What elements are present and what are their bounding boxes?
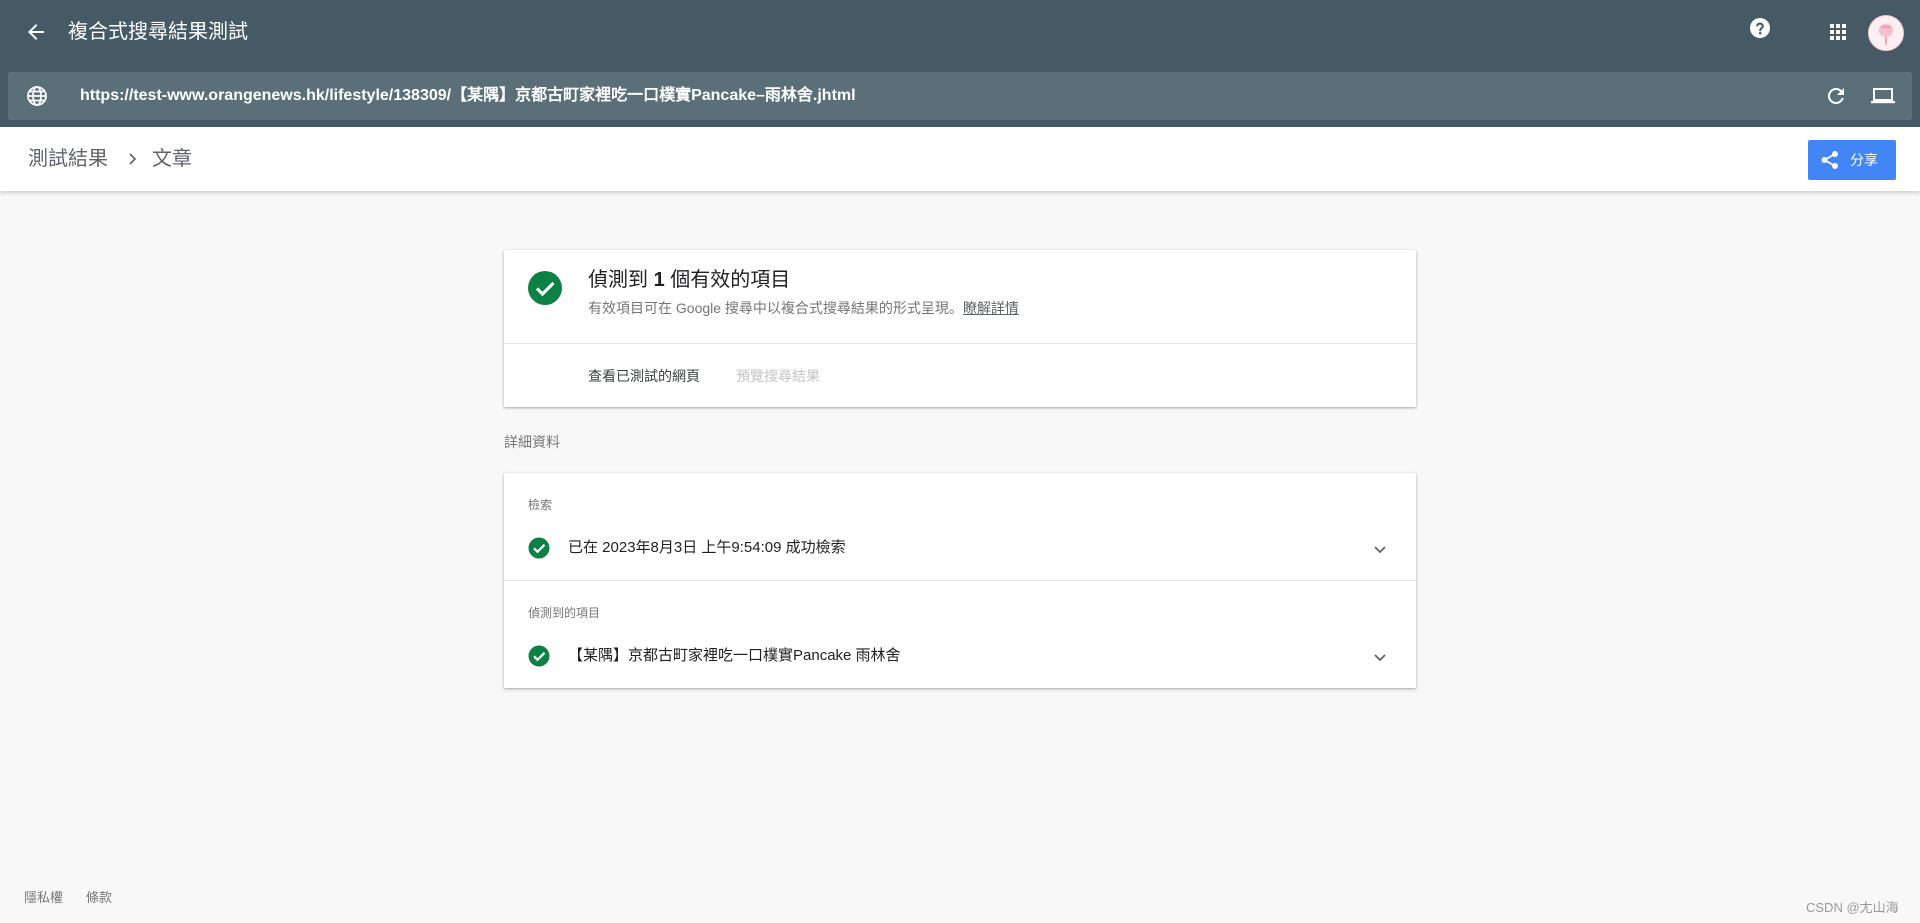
privacy-link[interactable]: 隱私權 — [24, 889, 63, 907]
share-button[interactable]: 分享 — [1808, 140, 1896, 180]
globe-icon — [25, 84, 49, 108]
chevron-down-icon[interactable] — [1368, 537, 1392, 561]
check-circle-icon — [528, 537, 550, 559]
summary-title-suffix: 個有效的項目 — [670, 269, 791, 291]
chevron-down-icon[interactable] — [1368, 645, 1392, 669]
chevron-right-icon — [124, 151, 140, 167]
terms-link[interactable]: 條款 — [86, 889, 112, 907]
summary-title-prefix: 偵測到 — [588, 269, 648, 291]
breadcrumb-article: 文章 — [152, 148, 192, 170]
watermark: CSDN @尢山海 — [1806, 900, 1899, 915]
top-bar: 複合式搜尋結果測試 — [0, 0, 1920, 64]
detected-items-label: 偵測到的項目 — [528, 606, 601, 620]
detected-item-title: 【某隅】京都古町家裡吃一口樸實Pancake 雨林舍 — [568, 647, 901, 664]
divider — [504, 343, 1416, 344]
valid-item-count: 1 — [653, 269, 665, 291]
summary-description: 有效項目可在 Google 搜尋中以複合式搜尋結果的形式呈現。瞭解詳情 — [588, 298, 1019, 318]
app-title: 複合式搜尋結果測試 — [68, 21, 248, 43]
crawl-label: 檢索 — [528, 498, 553, 512]
reload-icon[interactable] — [1824, 84, 1848, 108]
url-text[interactable]: https://test-www.orangenews.hk/lifestyle… — [80, 86, 856, 106]
summary-description-text: 有效項目可在 Google 搜尋中以複合式搜尋結果的形式呈現。 — [588, 300, 963, 316]
tab-preview-result: 預覽搜尋結果 — [736, 368, 820, 384]
breadcrumb-test-results[interactable]: 測試結果 — [28, 147, 108, 171]
crawl-row[interactable]: 檢索 已在 2023年8月3日 上午9:54:09 成功檢索 — [504, 473, 1416, 580]
back-arrow-icon[interactable] — [24, 20, 48, 44]
check-circle-icon — [527, 270, 563, 306]
app-bar: 複合式搜尋結果測試 https://test-www.orangenews.hk… — [0, 0, 1920, 127]
share-icon — [1820, 150, 1840, 170]
avatar[interactable] — [1868, 15, 1904, 51]
detected-item-row[interactable]: 偵測到的項目 【某隅】京都古町家裡吃一口樸實Pancake 雨林舍 — [504, 581, 1416, 688]
summary-title: 偵測到 1 個有效的項目 — [588, 266, 790, 294]
help-icon[interactable] — [1748, 16, 1772, 40]
details-card: 檢索 已在 2023年8月3日 上午9:54:09 成功檢索 偵測到的項目 【某… — [504, 473, 1416, 688]
crawl-status-text: 已在 2023年8月3日 上午9:54:09 成功檢索 — [568, 539, 846, 556]
url-bar[interactable]: https://test-www.orangenews.hk/lifestyle… — [8, 72, 1912, 120]
details-section-label: 詳細資料 — [504, 434, 560, 450]
desktop-device-icon[interactable] — [1870, 84, 1896, 108]
summary-card: 偵測到 1 個有效的項目 有效項目可在 Google 搜尋中以複合式搜尋結果的形… — [504, 250, 1416, 407]
breadcrumb-bar: 測試結果 文章 分享 — [0, 127, 1920, 191]
share-label: 分享 — [1850, 152, 1878, 168]
tab-view-tested-page[interactable]: 查看已測試的網頁 — [588, 366, 700, 386]
learn-more-link[interactable]: 瞭解詳情 — [963, 300, 1019, 316]
apps-grid-icon[interactable] — [1826, 20, 1850, 44]
check-circle-icon — [528, 645, 550, 667]
